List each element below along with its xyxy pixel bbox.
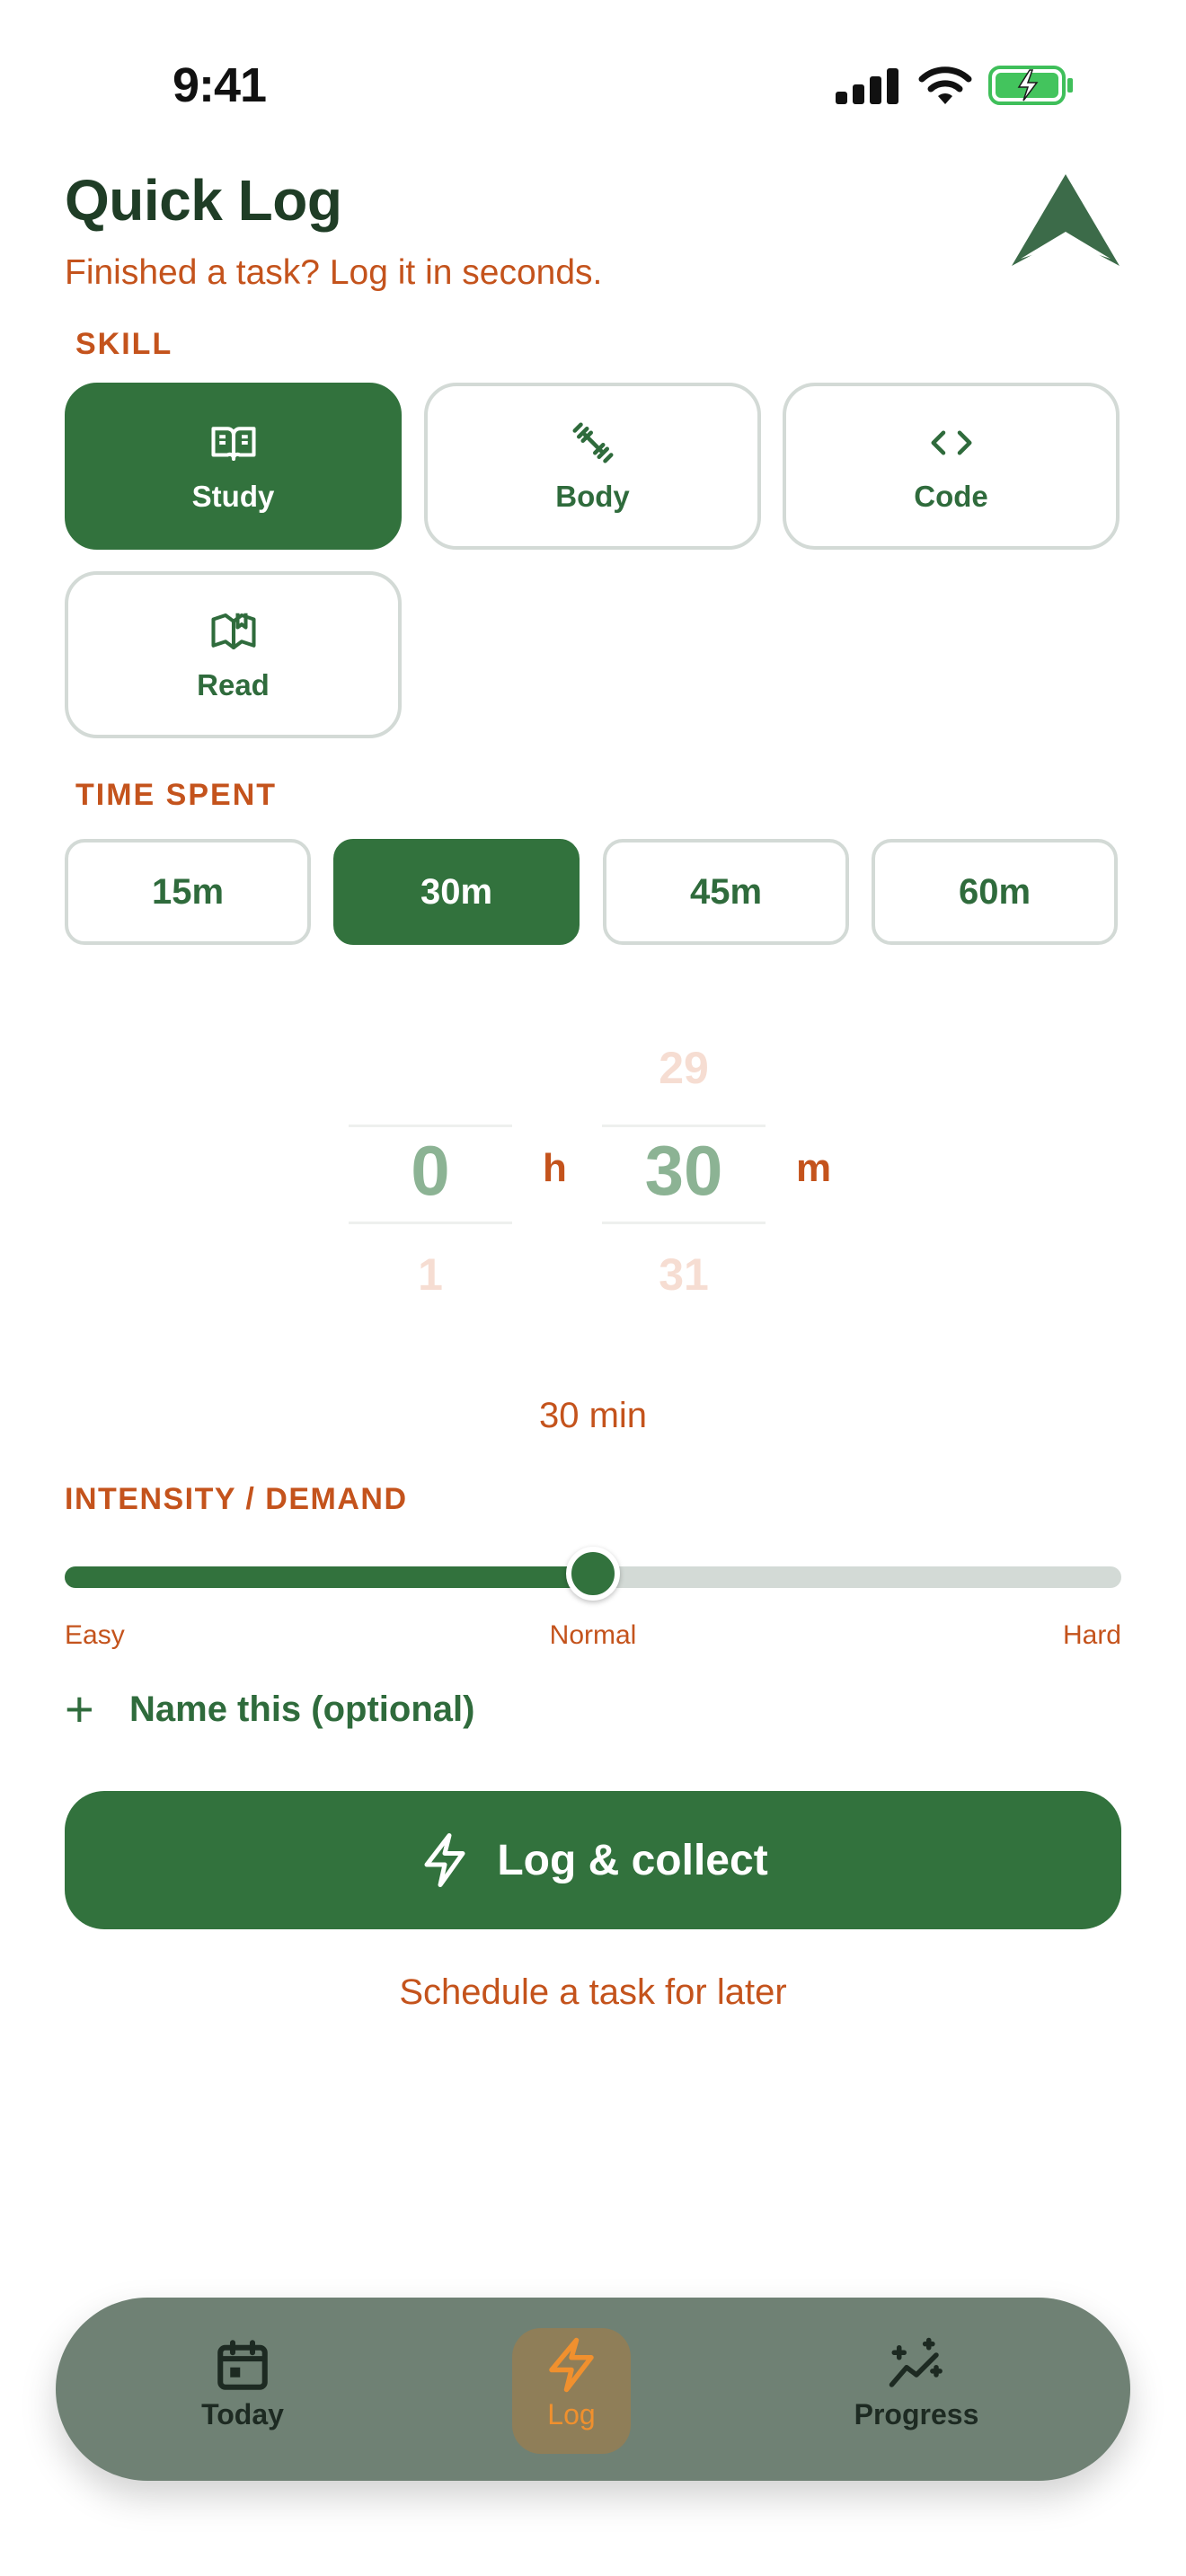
- time-spent-section-label: TIME SPENT: [75, 778, 278, 812]
- intensity-mid-label: Normal: [549, 1620, 637, 1650]
- open-book-icon: [210, 427, 256, 462]
- wifi-icon: [918, 66, 972, 104]
- duration-total: 30 min: [538, 1396, 648, 1435]
- skill-study-card[interactable]: Study: [65, 383, 402, 550]
- code-brackets-icon: [931, 430, 971, 455]
- intensity-max-label: Hard: [1062, 1620, 1121, 1650]
- dumbbell-icon: [572, 422, 613, 463]
- tab-log[interactable]: Log: [482, 2335, 661, 2431]
- skill-body-card[interactable]: Body: [424, 383, 761, 550]
- hours-unit: h: [543, 1146, 567, 1190]
- tab-label: Today: [201, 2398, 284, 2430]
- intensity-slider-thumb[interactable]: [566, 1547, 620, 1601]
- status-time: 9:41: [173, 58, 267, 112]
- tab-label: Progress: [854, 2398, 979, 2430]
- name-task-label: Name this (optional): [129, 1689, 475, 1729]
- time-chip-30m[interactable]: 30m: [333, 839, 580, 945]
- time-chip-45m[interactable]: 45m: [603, 839, 849, 945]
- lightning-icon: [549, 2337, 594, 2393]
- skill-label: Study: [191, 480, 275, 513]
- log-collect-button[interactable]: Log & collect: [65, 1791, 1121, 1929]
- calendar-icon: [217, 2340, 268, 2390]
- intensity-min-label: Easy: [65, 1620, 125, 1650]
- skill-read-card[interactable]: Read: [65, 571, 402, 738]
- hours-selected[interactable]: 0: [350, 1130, 511, 1212]
- time-chip-60m[interactable]: 60m: [872, 839, 1118, 945]
- tab-progress[interactable]: Progress: [809, 2335, 1024, 2431]
- schedule-later-link[interactable]: Schedule a task for later: [0, 1972, 1186, 2013]
- sparkle-chart-icon: [889, 2337, 943, 2387]
- minutes-unit: m: [796, 1146, 832, 1190]
- intensity-slider-fill: [65, 1566, 593, 1588]
- battery-charging-icon: [988, 66, 1073, 105]
- minutes-next[interactable]: 31: [603, 1248, 765, 1301]
- page-subtitle: Finished a task? Log it in seconds.: [65, 253, 603, 292]
- arrow-mountain-logo: [1012, 174, 1120, 266]
- skill-label: Code: [914, 480, 988, 513]
- intensity-section-label: INTENSITY / DEMAND: [65, 1482, 408, 1516]
- page-title: Quick Log: [65, 168, 342, 233]
- name-task-button[interactable]: + Name this (optional): [65, 1680, 474, 1739]
- lightning-icon: [424, 1833, 465, 1887]
- plus-icon: +: [65, 1681, 94, 1737]
- hours-next[interactable]: 1: [350, 1248, 511, 1301]
- skill-label: Read: [197, 668, 270, 701]
- skill-label: Body: [555, 480, 630, 513]
- minutes-selected[interactable]: 30: [603, 1130, 765, 1212]
- time-chip-15m[interactable]: 15m: [65, 839, 311, 945]
- log-collect-label: Log & collect: [497, 1836, 768, 1884]
- skill-code-card[interactable]: Code: [783, 383, 1120, 550]
- reading-book-icon: [210, 613, 256, 650]
- minutes-prev[interactable]: 29: [603, 1042, 765, 1094]
- tab-label: Log: [547, 2398, 596, 2430]
- tab-today[interactable]: Today: [153, 2335, 332, 2431]
- skill-section-label: SKILL: [75, 327, 173, 361]
- cellular-signal-icon: [836, 66, 898, 104]
